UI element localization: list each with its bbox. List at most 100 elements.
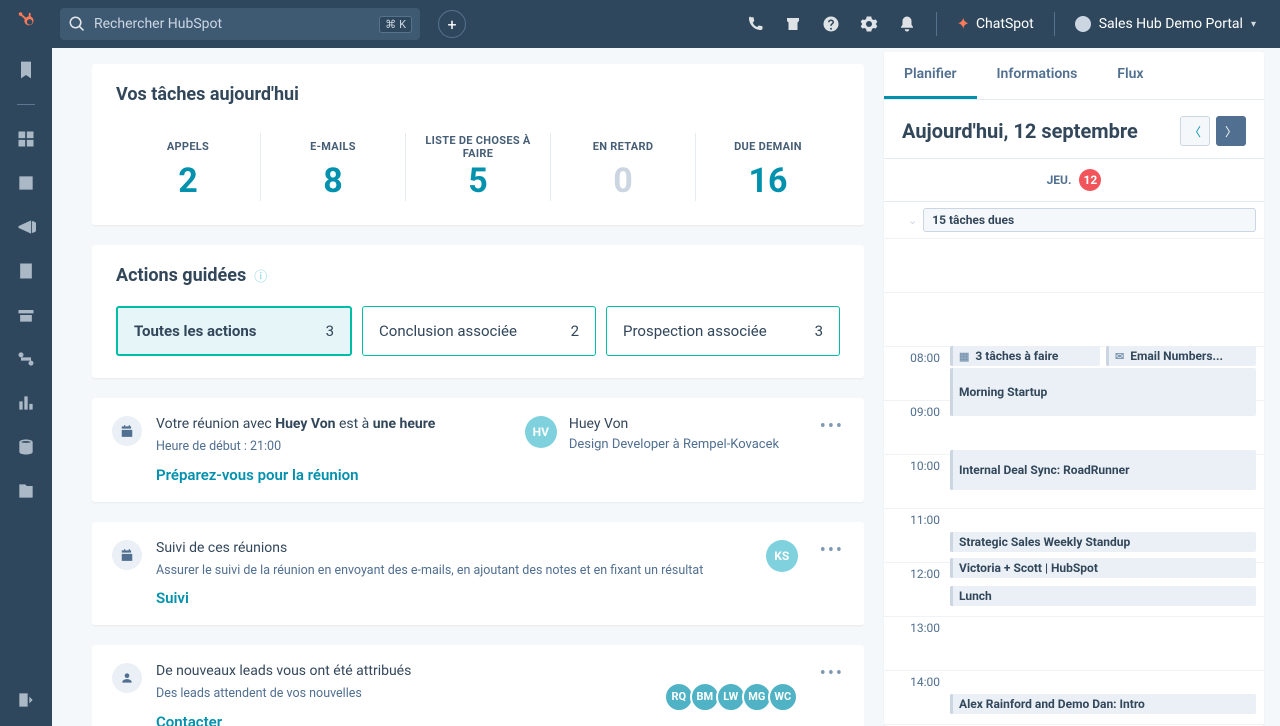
hour-label: [884, 238, 948, 292]
avatar: KS: [766, 540, 798, 572]
help-icon[interactable]: [822, 15, 840, 33]
event-label: 3 tâches à faire: [975, 349, 1058, 363]
hour-label: 14:00: [884, 670, 948, 724]
calendar-event[interactable]: Internal Deal Sync: RoadRunner: [950, 450, 1256, 490]
content-icon[interactable]: [16, 261, 36, 281]
notifications-icon[interactable]: [898, 15, 916, 33]
calendar-icon: [112, 540, 142, 570]
calendar-event[interactable]: ✉ Email Numbers...: [1106, 346, 1256, 366]
left-rail: [0, 48, 52, 726]
bookmark-icon[interactable]: [16, 60, 36, 80]
hour-label: 09:00: [884, 400, 948, 454]
calendar-event[interactable]: Lunch: [950, 586, 1256, 606]
tab-all-actions[interactable]: Toutes les actions 3: [116, 306, 352, 356]
more-icon[interactable]: •••: [820, 416, 844, 484]
hour-label: 13:00: [884, 616, 948, 670]
action-subtext: Assurer le suivi de la réunion en envoya…: [156, 562, 752, 580]
calendar-event[interactable]: Morning Startup: [950, 368, 1256, 416]
mail-icon: ✉: [1115, 350, 1124, 363]
event-label: Lunch: [959, 589, 992, 603]
avatar-icon: [1075, 16, 1091, 32]
calendar-event[interactable]: Strategic Sales Weekly Standup: [950, 532, 1256, 552]
more-icon[interactable]: •••: [820, 540, 844, 608]
calendar-event[interactable]: Alex Rainford and Demo Dan: Intro: [950, 694, 1256, 714]
sprocket-icon: [15, 10, 37, 32]
tab-schedule[interactable]: Planifier: [884, 52, 977, 99]
topbar: Rechercher HubSpot ⌘K + ✦ ChatSpot Sales…: [0, 0, 1280, 48]
schedule-panel: Planifier Informations Flux Aujourd'hui,…: [884, 52, 1264, 726]
more-icon[interactable]: •••: [820, 663, 844, 726]
search-input[interactable]: Rechercher HubSpot ⌘K: [60, 8, 420, 40]
stat-overdue[interactable]: EN RETARD 0: [551, 133, 696, 201]
settings-icon[interactable]: [860, 15, 878, 33]
tab-feed[interactable]: Flux: [1097, 52, 1163, 99]
tab-info[interactable]: Informations: [977, 52, 1098, 99]
hour-label: 08:00: [884, 346, 948, 400]
action-item: De nouveaux leads vous ont été attribués…: [92, 645, 864, 726]
divider: [936, 12, 937, 36]
action-title: Votre réunion avec Huey Von est à une he…: [156, 416, 511, 432]
stat-appels[interactable]: APPELS 2: [116, 133, 261, 201]
action-link-prepare[interactable]: Préparez-vous pour la réunion: [156, 466, 511, 484]
calendar-icon: ▦: [959, 350, 969, 363]
action-title: De nouveaux leads vous ont été attribués: [156, 663, 654, 679]
next-day-button[interactable]: 〉: [1216, 116, 1246, 146]
event-label: Alex Rainford and Demo Dan: Intro: [959, 697, 1145, 711]
chevron-down-icon: ▾: [1251, 19, 1256, 30]
info-icon[interactable]: ⓘ: [254, 266, 267, 285]
reporting-icon[interactable]: [16, 393, 36, 413]
library-icon[interactable]: [16, 481, 36, 501]
stat-emails[interactable]: E-MAILS 8: [261, 133, 406, 201]
person-add-icon: [112, 663, 142, 693]
task-stats: APPELS 2 E-MAILS 8 LISTE DE CHOSES À FAI…: [116, 123, 840, 201]
event-label: Morning Startup: [959, 385, 1047, 399]
action-link-contact[interactable]: Contacter: [156, 713, 654, 726]
tab-closing[interactable]: Conclusion associée 2: [362, 306, 596, 356]
day-abbr: JEU.: [1047, 173, 1072, 187]
expand-rail-icon[interactable]: [16, 690, 36, 710]
prev-day-button[interactable]: 〈: [1180, 116, 1210, 146]
hubspot-logo[interactable]: [0, 10, 52, 38]
chevron-down-icon: ⌄: [908, 214, 917, 227]
rail-divider: [17, 104, 35, 105]
chatspot-label: ChatSpot: [976, 16, 1034, 32]
tab-prospecting[interactable]: Prospection associée 3: [606, 306, 840, 356]
tasks-today-card: Vos tâches aujourd'hui APPELS 2 E-MAILS …: [92, 64, 864, 225]
tasks-due-bar[interactable]: ⌄ 15 tâches dues: [884, 202, 1264, 238]
calendar-grid[interactable]: 08:0009:0010:0011:0012:0013:0014:00 ▦ 3 t…: [884, 238, 1264, 726]
hour-label: 12:00: [884, 562, 948, 616]
stat-todo[interactable]: LISTE DE CHOSES À FAIRE 5: [406, 133, 551, 201]
stat-tomorrow[interactable]: DUE DEMAIN 16: [696, 133, 840, 201]
action-subtext: Heure de début : 21:00: [156, 438, 511, 456]
chatspot-link[interactable]: ✦ ChatSpot: [957, 16, 1034, 32]
contacts-icon[interactable]: [16, 173, 36, 193]
action-subtext: Des leads attendent de vos nouvelles: [156, 685, 654, 703]
avatar-stack: RQ BM LW MG WC: [668, 682, 798, 712]
event-label: Email Numbers...: [1130, 349, 1223, 363]
marketing-icon[interactable]: [16, 217, 36, 237]
person-name: Huey Von: [569, 416, 779, 432]
hour-label: 10:00: [884, 454, 948, 508]
avatar: WC: [768, 682, 798, 712]
search-placeholder: Rechercher HubSpot: [94, 16, 222, 32]
action-link-followup[interactable]: Suivi: [156, 589, 752, 607]
action-title: Suivi de ces réunions: [156, 540, 752, 556]
person-role: Design Developer à Rempel-Kovacek: [569, 436, 779, 454]
hour-label: 11:00: [884, 508, 948, 562]
tasks-due-label: 15 tâches dues: [923, 208, 1256, 232]
create-button[interactable]: +: [438, 10, 466, 38]
search-shortcut: ⌘K: [379, 16, 412, 33]
calendar-event[interactable]: ▦ 3 tâches à faire: [950, 346, 1100, 366]
calendar-event[interactable]: Victoria + Scott | HubSpot: [950, 558, 1256, 578]
guided-actions-card: Actions guidées ⓘ Toutes les actions 3 C…: [92, 245, 864, 378]
automation-icon[interactable]: [16, 349, 36, 369]
portal-switcher[interactable]: Sales Hub Demo Portal ▾: [1075, 16, 1256, 32]
today-heading: Aujourd'hui, 12 septembre: [902, 119, 1138, 143]
tasks-title: Vos tâches aujourd'hui: [116, 84, 840, 105]
phone-icon[interactable]: [746, 15, 764, 33]
workspaces-icon[interactable]: [16, 129, 36, 149]
hour-label: [884, 292, 948, 346]
commerce-icon[interactable]: [16, 305, 36, 325]
data-icon[interactable]: [16, 437, 36, 457]
marketplace-icon[interactable]: [784, 15, 802, 33]
